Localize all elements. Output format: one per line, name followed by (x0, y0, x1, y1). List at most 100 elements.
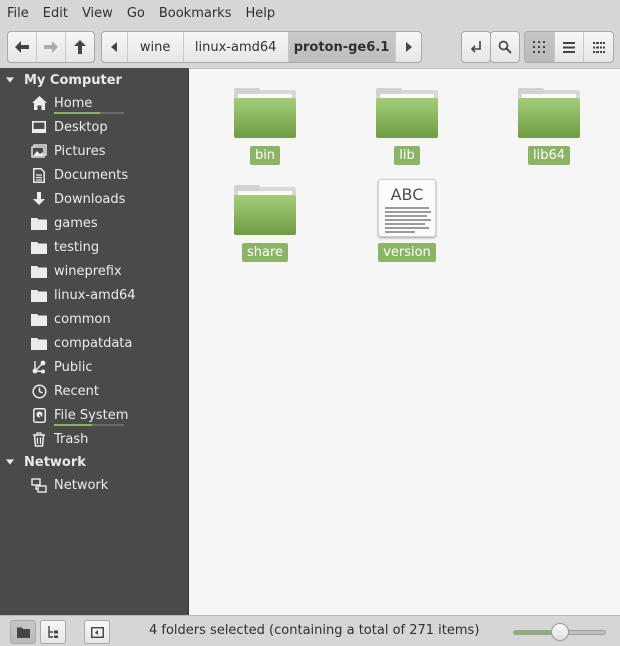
sidebar-item-label: File System (54, 407, 129, 423)
breadcrumb-linux-amd64[interactable]: linux-amd64 (184, 32, 289, 62)
sidebar-item-trash[interactable]: Trash (30, 428, 88, 450)
section-title: My Computer (24, 72, 122, 88)
folder-icon (30, 286, 48, 304)
breadcrumb: wine linux-amd64 proton-ge6.1 (101, 31, 422, 63)
menu-help[interactable]: Help (245, 6, 275, 21)
sidebar-item-linux-amd64[interactable]: linux-amd64 (30, 284, 136, 306)
status-message: 4 folders selected (containing a total o… (149, 623, 479, 638)
folder-icon (30, 214, 48, 232)
hide-sidebar-button[interactable] (84, 620, 110, 644)
text-file-thumbnail: ABC (390, 185, 424, 204)
file-item-lib64[interactable]: lib64 (494, 88, 604, 188)
home-usage-bar (54, 111, 100, 114)
show-treeview-button[interactable] (40, 620, 66, 644)
up-button[interactable] (66, 32, 94, 62)
file-item-bin[interactable]: bin (210, 88, 320, 188)
file-view[interactable]: bin lib lib64 share ABC version (188, 68, 620, 615)
sidebar-item-label: Desktop (54, 119, 108, 135)
menu-file[interactable]: File (7, 6, 29, 21)
tree-icon (48, 626, 58, 638)
view-mode-buttons (524, 31, 614, 63)
file-item-share[interactable]: share (210, 185, 320, 285)
pictures-icon (30, 142, 48, 160)
sidebar-item-label: wineprefix (54, 263, 122, 279)
menu-view[interactable]: View (82, 6, 113, 21)
home-icon (30, 94, 48, 112)
sidebar-item-desktop[interactable]: Desktop (30, 116, 108, 138)
menu-bookmarks[interactable]: Bookmarks (159, 6, 232, 21)
file-label: bin (249, 146, 281, 165)
sidebar-item-recent[interactable]: Recent (30, 380, 99, 402)
sidebar-item-common[interactable]: common (30, 308, 111, 330)
sidebar-item-home[interactable]: Home (30, 92, 124, 114)
list-icon (563, 41, 575, 53)
sidebar-item-testing[interactable]: testing (30, 236, 99, 258)
breadcrumb-proton-ge6-1[interactable]: proton-ge6.1 (288, 32, 396, 62)
sidebar-item-games[interactable]: games (30, 212, 98, 234)
desktop-icon (30, 118, 48, 136)
file-item-version[interactable]: ABC version (352, 179, 462, 279)
toggle-location-entry-button[interactable] (461, 31, 491, 63)
compact-view-button[interactable] (584, 32, 613, 62)
arrow-left-icon (15, 41, 29, 53)
folder-icon (376, 88, 438, 140)
back-button[interactable] (8, 32, 37, 62)
folder-icon (234, 88, 296, 140)
icon-view-button[interactable] (525, 32, 555, 62)
sidebar-item-pictures[interactable]: Pictures (30, 140, 105, 162)
grid-icon (533, 41, 546, 53)
folder-icon (30, 310, 48, 328)
chevron-left-icon (111, 42, 118, 52)
sidebar-item-public[interactable]: Public (30, 356, 92, 378)
breadcrumb-scroll-left[interactable] (102, 32, 128, 62)
breadcrumb-wine[interactable]: wine (128, 32, 184, 62)
section-my-computer[interactable]: My Computer (0, 69, 122, 91)
folder-icon (30, 238, 48, 256)
sidebar-item-label: linux-amd64 (54, 287, 136, 303)
sidebar-item-compatdata[interactable]: compatdata (30, 332, 132, 354)
sidebar-item-label: Network (54, 477, 109, 493)
file-label: share (241, 243, 289, 262)
section-network[interactable]: Network (0, 451, 86, 473)
zoom-slider-handle[interactable] (550, 623, 569, 641)
documents-icon (30, 166, 48, 184)
toolbar: wine linux-amd64 proton-ge6.1 (0, 26, 620, 68)
list-view-button[interactable] (555, 32, 585, 62)
sidebar-item-documents[interactable]: Documents (30, 164, 128, 186)
sidebar-item-label: Public (54, 359, 93, 375)
file-label: lib (394, 146, 420, 165)
search-icon (498, 40, 512, 54)
file-label: lib64 (527, 146, 571, 165)
breadcrumb-scroll-right[interactable] (395, 32, 421, 62)
folder-icon (30, 334, 48, 352)
expander-down-icon (6, 77, 14, 83)
show-places-button[interactable] (10, 620, 36, 644)
sidebar-item-label: Trash (54, 431, 89, 447)
sidebar-item-wineprefix[interactable]: wineprefix (30, 260, 122, 282)
navigation-buttons (7, 31, 95, 63)
sidebar-item-label: Recent (54, 383, 99, 399)
clock-icon (30, 382, 48, 400)
menubar: File Edit View Go Bookmarks Help (0, 0, 620, 26)
expander-down-icon (6, 459, 14, 465)
sidebar-collapse-icon (90, 626, 104, 638)
sidebar-item-label: games (54, 215, 98, 231)
file-system-usage-bar (54, 423, 92, 426)
sidebar-item-network[interactable]: Network (30, 474, 108, 496)
sidebar-item-label: Pictures (54, 143, 106, 159)
file-item-lib[interactable]: lib (352, 88, 462, 188)
menu-go[interactable]: Go (127, 6, 145, 21)
search-button[interactable] (490, 31, 520, 63)
forward-button[interactable] (37, 32, 66, 62)
section-title: Network (24, 454, 86, 470)
compact-list-icon (592, 41, 605, 53)
folder-icon (30, 262, 48, 280)
sidebar-item-downloads[interactable]: Downloads (30, 188, 125, 210)
sidebar-item-label: compatdata (54, 335, 133, 351)
sidebar-item-label: testing (54, 239, 100, 255)
arrow-up-icon (74, 40, 86, 54)
folder-icon (234, 185, 296, 237)
menu-edit[interactable]: Edit (43, 6, 68, 21)
sidebar-item-file-system[interactable]: File System (30, 404, 128, 426)
drive-icon (30, 406, 48, 424)
